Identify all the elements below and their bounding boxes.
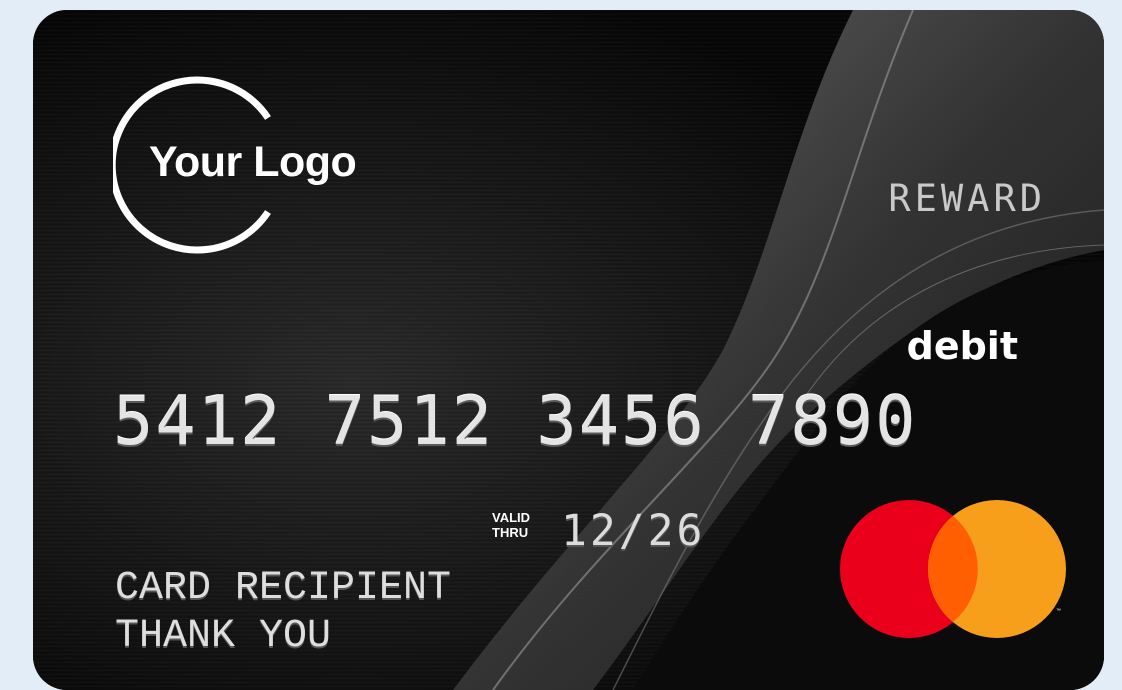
mastercard-logo-icon: [840, 500, 1066, 638]
logo-text: Your Logo: [149, 138, 357, 186]
cardholder-message: THANK YOU: [115, 614, 332, 659]
valid-thru-line2: THRU: [492, 525, 529, 540]
cardholder-block: CARD RECIPIENT THANK YOU: [115, 565, 451, 661]
debit-card: Your Logo REWARD debit 5412 7512 3456 78…: [33, 10, 1104, 690]
valid-thru-label: VALID THRU: [492, 510, 542, 540]
cardholder-name: CARD RECIPIENT: [115, 566, 452, 611]
program-label: REWARD: [888, 177, 1046, 220]
trademark-symbol: ™: [1056, 608, 1061, 614]
card-number: 5412 7512 3456 7890: [113, 382, 918, 460]
valid-thru-line1: VALID: [492, 510, 531, 525]
brand-logo: Your Logo: [113, 70, 433, 260]
card-type-label: debit: [906, 324, 1018, 368]
expiry-date: 12/26: [561, 506, 706, 556]
